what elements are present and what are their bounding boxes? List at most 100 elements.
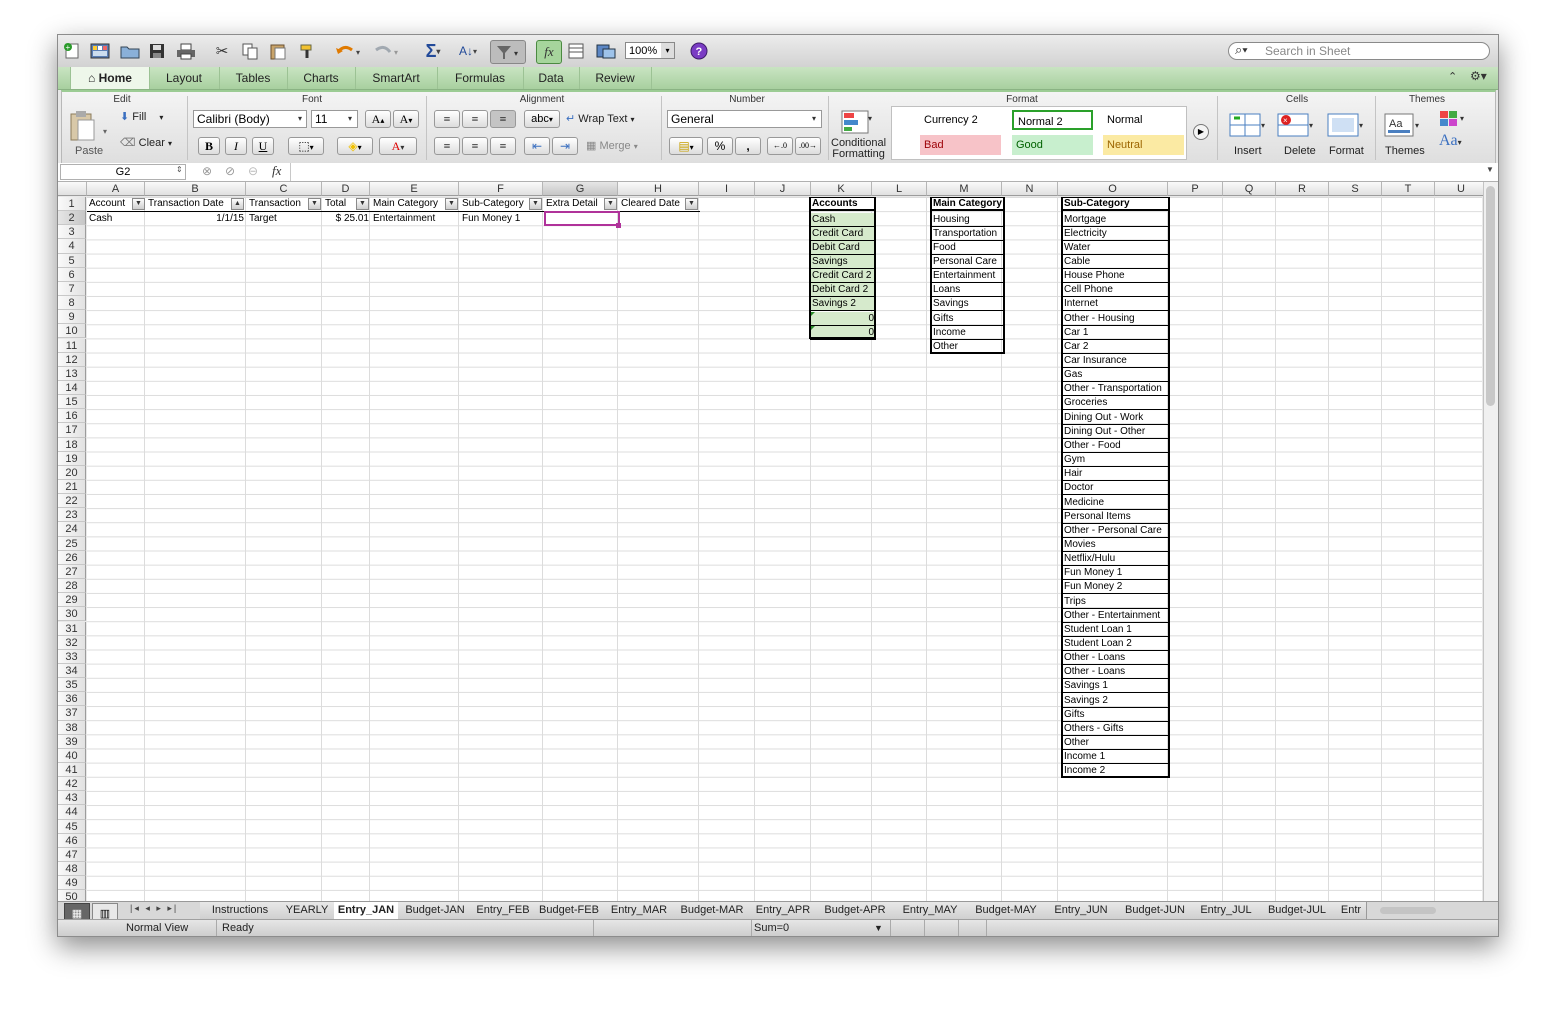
row-header[interactable]: 49 xyxy=(58,876,86,891)
cells-area[interactable]: Account ▼ Transaction Date ▲ Transaction… xyxy=(87,197,1482,905)
list-item[interactable]: Internet xyxy=(1062,297,1170,312)
sheet-tab[interactable]: Entry_MAR xyxy=(604,902,675,919)
column-header[interactable]: F xyxy=(459,182,543,196)
list-item[interactable]: Student Loan 2 xyxy=(1062,637,1170,651)
sheet-tab[interactable]: Budget-JAN xyxy=(398,902,473,919)
column-header[interactable]: T xyxy=(1382,182,1435,196)
paste-icon[interactable] xyxy=(266,40,290,62)
sort-icon[interactable]: A↓ ▾ xyxy=(452,40,484,62)
number-format-dropdown-icon[interactable]: ▾ xyxy=(812,114,816,123)
list-item[interactable]: Debit Card 2 xyxy=(810,283,876,298)
row-header[interactable]: 14 xyxy=(58,380,86,396)
list-item[interactable]: Savings xyxy=(810,254,876,269)
filter-dropdown-icon[interactable]: ▼ xyxy=(604,198,617,210)
list-item[interactable]: Dining Out - Other xyxy=(1062,425,1170,439)
column-header[interactable]: I xyxy=(699,182,755,196)
help-icon[interactable]: ? xyxy=(688,40,710,62)
column-header[interactable]: J xyxy=(755,182,811,196)
cancel-formula-icon[interactable]: ⊗ xyxy=(202,164,212,178)
list-item[interactable]: Loans xyxy=(931,283,1005,298)
list-item[interactable]: Electricity xyxy=(1062,227,1170,241)
fill-handle[interactable] xyxy=(616,223,621,228)
column-header[interactable]: P xyxy=(1168,182,1223,196)
list-item[interactable]: Gym xyxy=(1062,453,1170,468)
tab-layout[interactable]: Layout xyxy=(149,67,220,89)
vertical-scrollbar[interactable] xyxy=(1483,182,1498,905)
filter-dropdown-icon[interactable]: ▼ xyxy=(445,198,458,210)
row-header[interactable]: 39 xyxy=(58,734,86,749)
accounts-list-header[interactable]: Accounts xyxy=(810,197,876,211)
sheet-tab[interactable]: Entry_JUN xyxy=(1046,902,1117,919)
delete-cells-icon[interactable]: × ▾ xyxy=(1276,110,1316,143)
ribbon-settings-icon[interactable]: ⚙▾ xyxy=(1470,69,1487,83)
list-item[interactable]: Gifts xyxy=(1062,708,1170,722)
row-header[interactable]: 27 xyxy=(58,564,86,580)
list-item[interactable]: Cash xyxy=(810,212,876,227)
cell-total[interactable]: $ 25.01 xyxy=(323,212,371,226)
list-item[interactable]: 0 xyxy=(810,325,876,340)
list-item[interactable]: Trips xyxy=(1062,595,1170,609)
copy-icon[interactable] xyxy=(238,40,262,62)
list-item[interactable]: Income xyxy=(931,326,1005,340)
row-header[interactable]: 13 xyxy=(58,366,86,381)
formula-icon[interactable]: ⊖ xyxy=(248,164,258,178)
style-currency-2[interactable]: Currency 2 xyxy=(920,110,1001,130)
align-middle-icon[interactable]: ≡ xyxy=(462,110,488,128)
list-item[interactable]: Other - Loans xyxy=(1062,665,1170,680)
row-header[interactable]: 22 xyxy=(58,494,86,509)
select-all-corner[interactable] xyxy=(58,182,87,196)
row-header[interactable]: 28 xyxy=(58,579,86,594)
column-header[interactable]: D xyxy=(322,182,370,196)
align-center-icon[interactable]: ≡ xyxy=(462,137,488,155)
row-header[interactable]: 37 xyxy=(58,706,86,721)
sheet-tab[interactable]: Budget-JUL xyxy=(1258,902,1337,919)
list-item[interactable]: Savings 2 xyxy=(1062,694,1170,708)
column-header[interactable]: A xyxy=(87,182,145,196)
list-item[interactable]: Other xyxy=(1062,736,1170,751)
tab-review[interactable]: Review xyxy=(579,67,652,89)
print-icon[interactable] xyxy=(174,40,198,62)
themes-icon[interactable]: Aa ▾ xyxy=(1383,110,1423,143)
format-cells-icon[interactable]: ▾ xyxy=(1326,110,1366,143)
row-header[interactable]: 43 xyxy=(58,791,86,806)
sheet-tab[interactable]: Instructions xyxy=(200,902,281,919)
name-box[interactable]: G2 xyxy=(60,164,186,180)
row-header[interactable]: 9 xyxy=(58,310,86,325)
theme-fonts-button[interactable]: Aa▾ xyxy=(1439,132,1462,150)
row-header[interactable]: 38 xyxy=(58,720,86,735)
column-header[interactable]: E xyxy=(370,182,459,196)
zoom-dropdown-icon[interactable]: ▾ xyxy=(661,43,674,58)
paste-button[interactable]: Paste xyxy=(75,145,103,157)
list-item[interactable]: Other - Housing xyxy=(1062,312,1170,326)
insert-button[interactable]: Insert xyxy=(1234,145,1262,157)
list-item[interactable]: Debit Card xyxy=(810,240,876,255)
list-item[interactable]: Gas xyxy=(1062,368,1170,383)
list-item[interactable]: Personal Items xyxy=(1062,510,1170,524)
style-normal[interactable]: Normal xyxy=(1103,110,1184,130)
format-button[interactable]: Format xyxy=(1329,145,1364,157)
list-item[interactable]: Student Loan 1 xyxy=(1062,623,1170,637)
cut-icon[interactable]: ✂ xyxy=(210,40,234,62)
insert-cells-icon[interactable]: ▾ xyxy=(1228,110,1268,143)
merge-button[interactable]: ▦ Merge ▾ xyxy=(586,139,638,152)
sheet-tab[interactable]: Budget-FEB xyxy=(534,902,605,919)
new-icon[interactable]: + xyxy=(62,40,82,62)
list-item[interactable]: Credit Card 2 xyxy=(810,269,876,284)
sheet-tab[interactable]: Entry_MAY xyxy=(894,902,967,919)
list-item[interactable]: Personal Care xyxy=(931,255,1005,269)
vertical-scroll-thumb[interactable] xyxy=(1486,186,1495,406)
list-item[interactable]: Movies xyxy=(1062,538,1170,552)
row-header[interactable]: 7 xyxy=(58,281,86,297)
search-icon[interactable]: ⌕▾ xyxy=(1235,42,1248,58)
sheet-tab[interactable]: YEARLY xyxy=(280,902,335,919)
media-browser-icon[interactable] xyxy=(594,40,618,62)
list-item[interactable]: Other xyxy=(931,340,1005,354)
tab-smartart[interactable]: SmartArt xyxy=(355,67,438,89)
align-right-icon[interactable]: ≡ xyxy=(490,137,516,155)
list-item[interactable]: Savings xyxy=(931,297,1005,312)
font-size-dropdown-icon[interactable]: ▾ xyxy=(348,114,352,123)
name-box-dropdown-icon[interactable]: ⇕ xyxy=(176,165,183,174)
list-item[interactable]: Others - Gifts xyxy=(1062,722,1170,736)
save-icon[interactable] xyxy=(146,40,168,62)
list-item[interactable]: Fun Money 2 xyxy=(1062,580,1170,595)
